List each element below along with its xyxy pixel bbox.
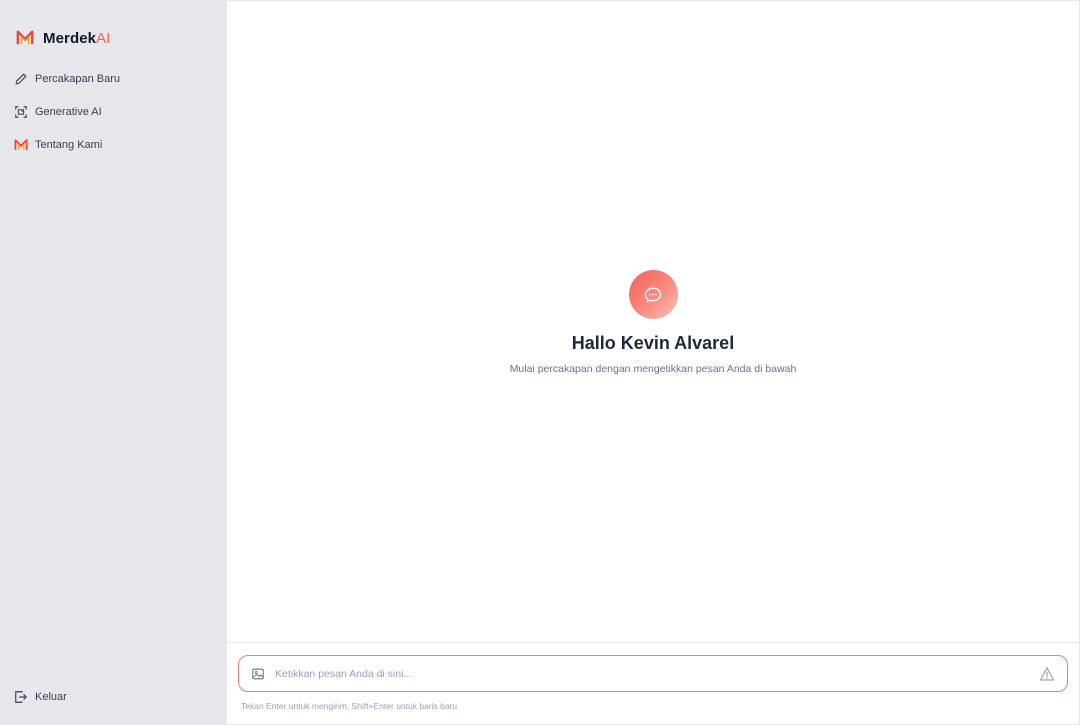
chat-bubble-icon bbox=[628, 270, 678, 319]
message-input[interactable] bbox=[275, 667, 1039, 680]
sidebar-item-label: Generative AI bbox=[35, 105, 102, 118]
sidebar: MerdekAI Percakapan Baru Generative AI bbox=[0, 0, 227, 725]
sidebar-item-about[interactable]: Tentang Kami bbox=[0, 128, 227, 161]
brand[interactable]: Merdek AI bbox=[0, 0, 227, 58]
pencil-icon bbox=[14, 72, 28, 86]
image-icon[interactable] bbox=[251, 667, 265, 681]
logout-label: Keluar bbox=[35, 690, 67, 703]
sidebar-item-label: Tentang Kami bbox=[35, 138, 103, 151]
message-composer: Tekan Enter untuk mengirim, Shift+Enter … bbox=[227, 642, 1079, 724]
merdekai-logo-icon bbox=[16, 30, 34, 45]
sidebar-nav: Percakapan Baru Generative AI Tentang Ka… bbox=[0, 58, 227, 161]
greeting-subtitle: Mulai percakapan dengan mengetikkan pesa… bbox=[509, 363, 797, 375]
sidebar-item-new-chat[interactable]: Percakapan Baru bbox=[0, 62, 227, 95]
send-icon[interactable] bbox=[1039, 666, 1055, 682]
welcome-panel: Hallo Kevin Alvarel Mulai percakapan den… bbox=[227, 270, 1079, 375]
sidebar-item-label: Percakapan Baru bbox=[35, 72, 120, 85]
merdekai-logo-icon bbox=[14, 138, 28, 152]
image-frame-icon bbox=[14, 105, 28, 119]
chat-main: Hallo Kevin Alvarel Mulai percakapan den… bbox=[227, 0, 1080, 725]
brand-suffix: AI bbox=[96, 29, 111, 47]
logout-icon bbox=[14, 690, 28, 704]
brand-name: Merdek bbox=[43, 29, 97, 47]
sidebar-item-generative-ai[interactable]: Generative AI bbox=[0, 95, 227, 128]
logout-button[interactable]: Keluar bbox=[0, 680, 227, 713]
composer-hint: Tekan Enter untuk mengirim, Shift+Enter … bbox=[241, 701, 458, 711]
message-input-box bbox=[238, 655, 1068, 692]
greeting-title: Hallo Kevin Alvarel bbox=[571, 333, 735, 353]
